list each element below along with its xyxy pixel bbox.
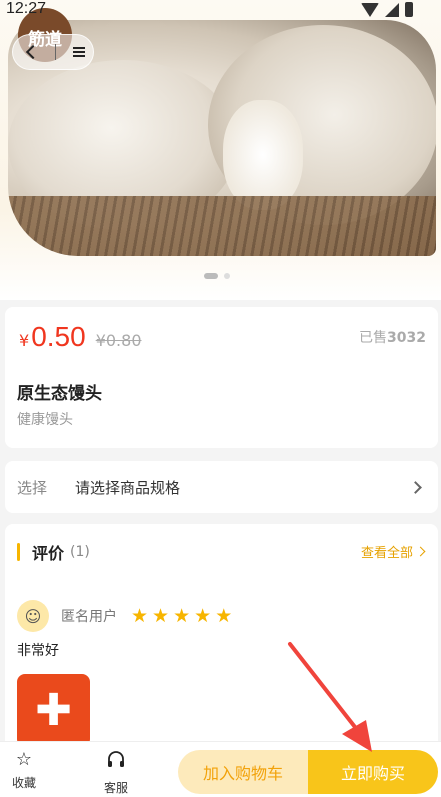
spec-label: 选择 (17, 478, 48, 497)
menu-icon[interactable] (72, 47, 85, 57)
avatar: ☺ (17, 600, 49, 632)
review-item: ☺ 匿名用户 ★ ★ ★ ★ ★ (17, 600, 232, 632)
star-icon: ★ (173, 604, 191, 627)
bottom-action-bar: ☆ 收藏 客服 加入购物车 立即购买 (0, 741, 441, 797)
spec-value: 请选择商品规格 (75, 478, 181, 497)
buy-now-button[interactable]: 立即购买 (308, 750, 438, 794)
star-icon: ★ (194, 604, 212, 627)
carousel-indicator (204, 273, 230, 279)
price-currency: ¥ (19, 331, 30, 350)
battery-icon (405, 2, 413, 17)
headset-icon (94, 750, 138, 775)
capsule-nav (12, 34, 94, 70)
review-text: 非常好 (17, 643, 59, 659)
app-logo-icon: ✚ (35, 685, 72, 736)
customer-service-button[interactable]: 客服 (94, 750, 138, 796)
star-icon: ★ (152, 604, 170, 627)
view-all-reviews-link[interactable]: 查看全部 (361, 542, 426, 561)
sold-count: 已售3032 (359, 330, 426, 346)
chevron-right-icon (415, 546, 426, 557)
review-title: 评价 (32, 544, 65, 563)
product-name: 原生态馒头 (17, 384, 102, 404)
reviewer-name: 匿名用户 (61, 609, 117, 625)
star-icon: ★ (131, 604, 149, 627)
review-image[interactable]: ✚ (17, 674, 90, 747)
back-icon[interactable] (25, 44, 40, 60)
price-card: ¥ 0.50 ¥0.80 已售3032 原生态馒头 健康馒头 (5, 307, 438, 448)
current-price: 0.50 (31, 321, 86, 352)
favorite-button[interactable]: ☆ 收藏 (2, 750, 46, 791)
rating-stars: ★ ★ ★ ★ ★ (131, 604, 233, 627)
wifi-icon (361, 2, 379, 17)
status-time: 12:27 (6, 0, 47, 17)
original-price: ¥0.80 (95, 331, 142, 350)
product-image-carousel[interactable]: 筋道 (0, 0, 441, 300)
signal-icon (385, 2, 399, 17)
review-count: (1) (70, 544, 90, 560)
chevron-right-icon (409, 480, 422, 494)
star-icon: ★ (215, 604, 233, 627)
add-to-cart-button[interactable]: 加入购物车 (178, 750, 308, 794)
product-subtitle: 健康馒头 (17, 412, 73, 428)
spec-selector[interactable]: 选择 请选择商品规格 (5, 461, 438, 513)
status-bar: 12:27 (0, 0, 441, 22)
carousel-dot-active (204, 273, 218, 279)
star-outline-icon: ☆ (15, 749, 33, 770)
carousel-dot (224, 273, 230, 279)
section-accent-bar (17, 543, 20, 561)
